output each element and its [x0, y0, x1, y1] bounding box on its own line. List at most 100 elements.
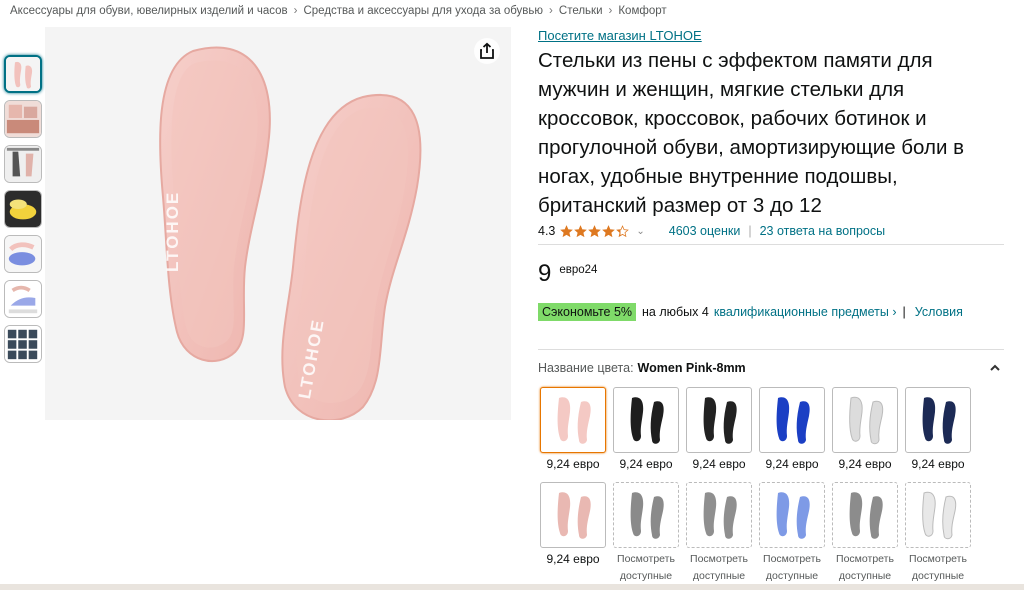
swatch-see-available: Посмотреть [690, 553, 748, 565]
insole-thumbnail [776, 397, 810, 444]
insole-thumbnail [630, 492, 664, 539]
swatch-price: 9,24 евро [546, 457, 600, 471]
swatch-image [686, 387, 752, 453]
conditions-link[interactable]: Условия [915, 305, 963, 319]
swatch-image [613, 482, 679, 548]
color-selected-value: Women Pink-8mm [637, 361, 746, 375]
rating-stars[interactable] [560, 224, 630, 238]
savings-badge: Сэкономьте 5% [538, 303, 637, 321]
swatch-price: 9,24 евро [765, 457, 819, 471]
thumbnail-4[interactable] [4, 190, 42, 228]
swatch-see-available: доступные [838, 570, 892, 582]
breadcrumb-item-insoles[interactable]: Стельки [559, 5, 603, 17]
swatch-price: 9,24 евро [838, 457, 892, 471]
color-swatch-1[interactable]: 9,24 евро [540, 387, 606, 471]
color-swatch-4[interactable]: 9,24 евро [759, 387, 825, 471]
color-label: Название цвета: [538, 361, 634, 375]
thumbnail-6[interactable] [4, 280, 42, 318]
thumbnail-2[interactable] [4, 100, 42, 138]
swatch-image [832, 482, 898, 548]
breadcrumb-item-shoe-care[interactable]: Средства и аксессуары для ухода за обувь… [303, 5, 543, 17]
insole-thumbnail [703, 492, 737, 539]
swatch-image [905, 482, 971, 548]
color-swatch-9[interactable]: Посмотреть доступные [686, 482, 752, 585]
color-swatch-11[interactable]: Посмотреть доступные [832, 482, 898, 585]
swatch-see-available: Посмотреть [763, 553, 821, 565]
swatch-price: 9,24 евро [619, 457, 673, 471]
divider [538, 349, 1004, 350]
star-icon [574, 224, 588, 237]
price: 9 евро24 [538, 261, 1004, 291]
insoles-illustration [159, 46, 422, 420]
thumbnail-strip [4, 55, 42, 370]
swatch-see-available: доступные [619, 570, 673, 582]
color-swatch-3[interactable]: 9,24 евро [686, 387, 752, 471]
divider [538, 244, 1004, 245]
breadcrumb-separator: › [293, 5, 298, 17]
rating-row: 4.3 ⌄ 4603 оценки | 23 ответа на вопросы [538, 221, 1004, 241]
swatch-image [905, 387, 971, 453]
color-swatch-12[interactable]: Посмотреть доступные [905, 482, 971, 585]
swatch-see-available: доступные [911, 570, 965, 582]
insole-thumbnail [922, 491, 957, 540]
thumbnail-1[interactable] [4, 55, 42, 93]
star-icon [588, 224, 602, 237]
page-bottom-edge [0, 584, 1024, 590]
color-swatch-5[interactable]: 9,24 евро [832, 387, 898, 471]
thumbnail-3[interactable] [4, 145, 42, 183]
swatch-image [759, 482, 825, 548]
color-swatch-7[interactable]: 9,24 евро [540, 482, 606, 566]
swatch-image [832, 387, 898, 453]
product-details: Посетите магазин LTOHOE Стельки из пены … [538, 28, 1004, 350]
savings-row: Сэкономьте 5% на любых 4 квалификационны… [538, 302, 1004, 322]
thumbnail-7[interactable] [4, 325, 42, 363]
answers-link[interactable]: 23 ответа на вопросы [760, 224, 886, 238]
rating-separator: | [748, 224, 752, 238]
store-link[interactable]: Посетите магазин LTOHOE [538, 28, 1004, 44]
color-swatch-10[interactable]: Посмотреть доступные [759, 482, 825, 585]
price-whole: 9 [538, 260, 552, 287]
color-swatch-6[interactable]: 9,24 евро [905, 387, 971, 471]
insole-thumbnail [557, 492, 591, 539]
insole-thumbnail [703, 397, 737, 444]
swatch-see-available: Посмотреть [836, 553, 894, 565]
swatch-image [540, 387, 606, 453]
ratings-count-link[interactable]: 4603 оценки [669, 224, 741, 238]
swatch-price: 9,24 евро [692, 457, 746, 471]
breadcrumb-item-comfort[interactable]: Комфорт [618, 5, 666, 17]
insole-thumbnail [557, 397, 591, 444]
swatch-image [540, 482, 606, 548]
star-icon [616, 224, 630, 237]
price-fraction: евро24 [559, 264, 598, 276]
breadcrumb-separator: › [549, 5, 553, 17]
swatch-see-available: доступные [692, 570, 746, 582]
insole-thumbnail [776, 492, 810, 539]
thumbnail-5[interactable] [4, 235, 42, 273]
swatch-price: 9,24 евро [546, 552, 600, 566]
swatch-image [759, 387, 825, 453]
share-button[interactable] [474, 38, 500, 64]
swatch-see-available: доступные [765, 570, 819, 582]
savings-separator: | [902, 305, 906, 319]
savings-text: на любых 4 [642, 305, 709, 319]
swatch-see-available: Посмотреть [909, 553, 967, 565]
color-swatch-8[interactable]: Посмотреть доступные [613, 482, 679, 585]
brand-logo-left: LTOHOE [163, 190, 182, 272]
breadcrumb-separator: › [608, 5, 613, 17]
color-swatch-2[interactable]: 9,24 евро [613, 387, 679, 471]
chevron-down-icon[interactable]: ⌄ [636, 226, 644, 237]
swatch-see-available: Посмотреть [617, 553, 675, 565]
insole-thumbnail [849, 492, 883, 539]
share-icon [480, 42, 494, 59]
chevron-up-icon[interactable] [988, 361, 1002, 375]
insole-thumbnail [922, 397, 956, 444]
breadcrumb: Аксессуары для обуви, ювелирных изделий … [10, 5, 667, 17]
breadcrumb-item-accessories[interactable]: Аксессуары для обуви, ювелирных изделий … [10, 5, 288, 17]
qualifying-items-link[interactable]: квалификационные предметы › [714, 305, 897, 319]
color-selector-header: Название цвета: Women Pink-8mm [538, 361, 1004, 375]
star-icon [602, 224, 616, 237]
main-product-image[interactable]: LTOHOE LTOHOE [45, 27, 511, 420]
product-title: Стельки из пены с эффектом памяти для му… [538, 49, 964, 217]
swatch-price: 9,24 евро [911, 457, 965, 471]
star-icon [560, 224, 574, 237]
